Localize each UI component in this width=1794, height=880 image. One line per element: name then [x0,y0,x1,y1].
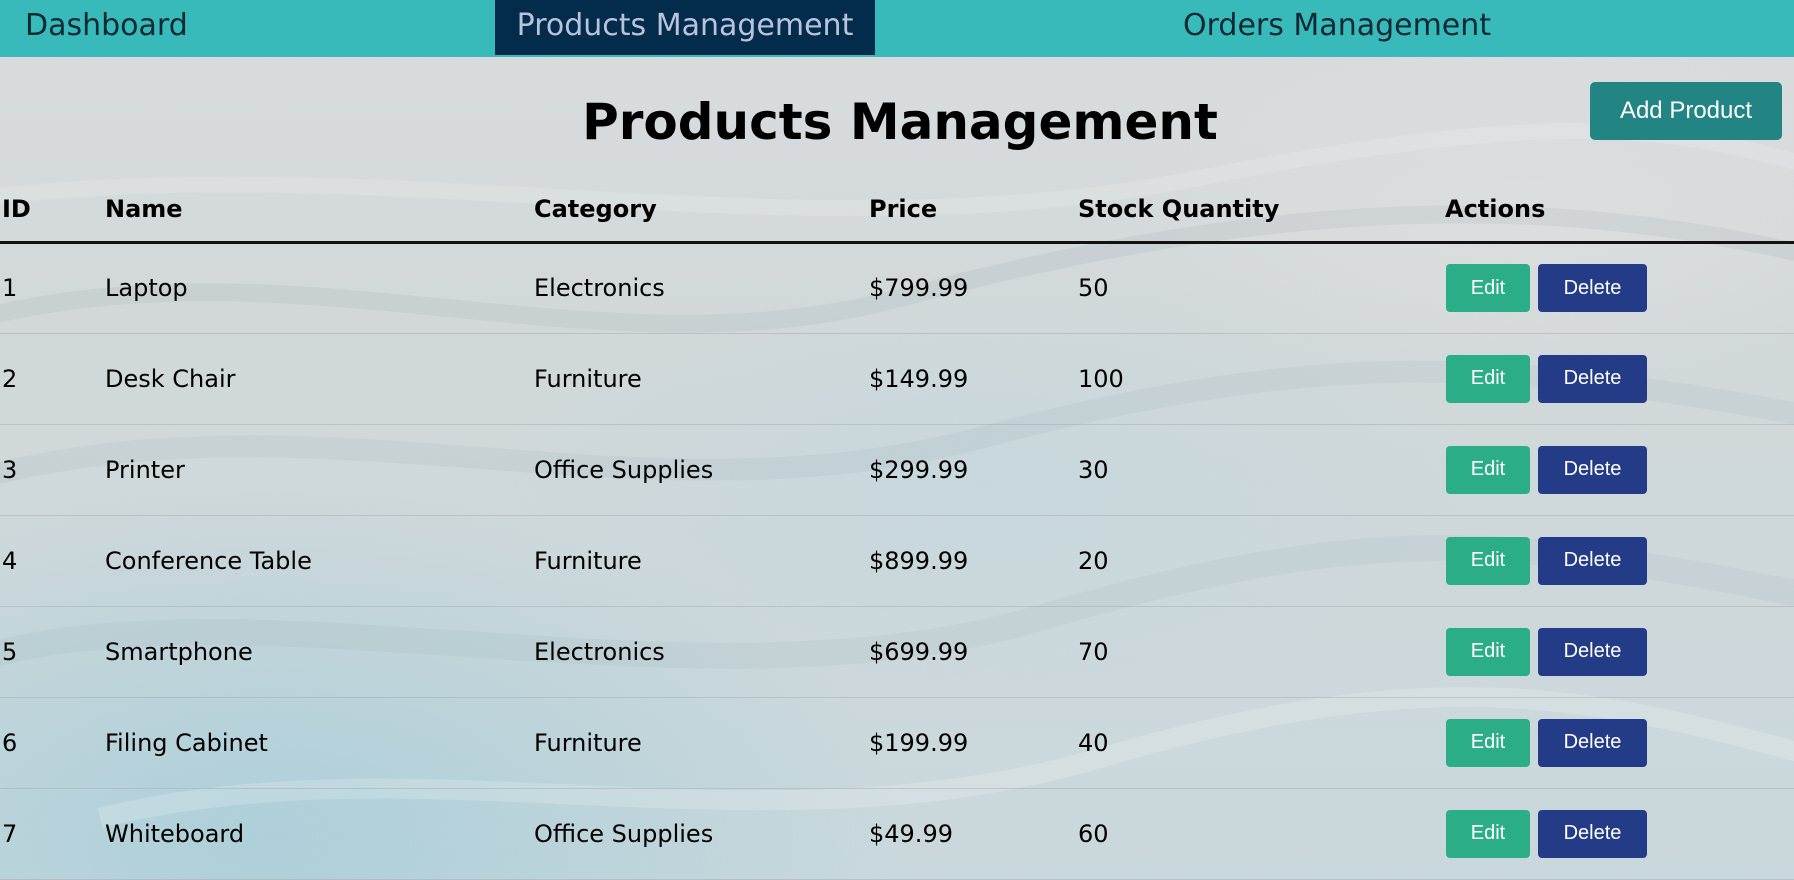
edit-button[interactable]: Edit [1446,354,1530,403]
cell-stock: 100 [1076,333,1443,425]
column-header-category: Category [532,178,867,244]
cell-name: Conference Table [103,515,532,607]
cell-price: $149.99 [867,333,1076,425]
cell-stock: 60 [1076,788,1443,880]
delete-button[interactable]: Delete [1538,536,1647,585]
nav-products-management-link[interactable]: Products Management [495,0,875,55]
cell-id: 5 [0,606,103,698]
table-row: 4 Conference Table Furniture $899.99 20 … [0,515,1794,607]
page-title: Products Management [582,93,1218,151]
cell-category: Electronics [532,242,867,334]
delete-button[interactable]: Delete [1538,264,1647,312]
edit-button[interactable]: Edit [1446,264,1530,312]
column-header-name: Name [103,178,532,244]
delete-button[interactable]: Delete [1538,809,1647,858]
cell-id: 6 [0,697,103,789]
cell-price: $899.99 [867,515,1076,607]
edit-button[interactable]: Edit [1446,627,1530,676]
cell-stock: 50 [1076,242,1443,334]
cell-actions: Edit Delete [1443,515,1794,607]
cell-id: 2 [0,333,103,425]
cell-name: Smartphone [103,606,532,698]
cell-category: Electronics [532,606,867,698]
cell-stock: 20 [1076,515,1443,607]
delete-button[interactable]: Delete [1538,718,1647,767]
cell-price: $199.99 [867,697,1076,789]
cell-name: Filing Cabinet [103,697,532,789]
cell-actions: Edit Delete [1443,242,1794,334]
table-row: 2 Desk Chair Furniture $149.99 100 Edit D… [0,333,1794,425]
table-row: 5 Smartphone Electronics $699.99 70 Edit… [0,606,1794,698]
cell-price: $299.99 [867,424,1076,516]
cell-id: 7 [0,788,103,880]
cell-actions: Edit Delete [1443,788,1794,880]
cell-category: Office Supplies [532,788,867,880]
cell-stock: 40 [1076,697,1443,789]
delete-button[interactable]: Delete [1538,627,1647,676]
column-header-id: ID [0,178,103,244]
cell-actions: Edit Delete [1443,333,1794,425]
table-row: 1 Laptop Electronics $799.99 50 Edit Dele… [0,242,1794,334]
add-product-button[interactable]: Add Product [1590,82,1782,140]
column-header-price: Price [867,178,1076,244]
delete-button[interactable]: Delete [1538,445,1647,494]
table-row: 3 Printer Office Supplies $299.99 30 Edi… [0,424,1794,516]
edit-button[interactable]: Edit [1446,536,1530,585]
cell-category: Furniture [532,515,867,607]
top-navigation: Dashboard Products Management Orders Man… [0,0,1794,57]
cell-name: Printer [103,424,532,516]
nav-dashboard-link[interactable]: Dashboard [25,0,188,55]
edit-button[interactable]: Edit [1446,718,1530,767]
column-header-stock: Stock Quantity [1076,178,1443,244]
delete-button[interactable]: Delete [1538,354,1647,403]
cell-category: Furniture [532,697,867,789]
cell-category: Furniture [532,333,867,425]
cell-id: 1 [0,242,103,334]
cell-name: Desk Chair [103,333,532,425]
column-header-actions: Actions [1443,178,1794,244]
cell-id: 3 [0,424,103,516]
edit-button[interactable]: Edit [1446,809,1530,858]
cell-name: Whiteboard [103,788,532,880]
cell-stock: 70 [1076,606,1443,698]
cell-actions: Edit Delete [1443,424,1794,516]
edit-button[interactable]: Edit [1446,445,1530,494]
cell-price: $49.99 [867,788,1076,880]
cell-name: Laptop [103,242,532,334]
cell-stock: 30 [1076,424,1443,516]
cell-actions: Edit Delete [1443,606,1794,698]
table-row: 7 Whiteboard Office Supplies $49.99 60 E… [0,788,1794,880]
cell-actions: Edit Delete [1443,697,1794,789]
table-header-row: ID Name Category Price Stock Quantity Ac… [0,178,1794,244]
table-row: 6 Filing Cabinet Furniture $199.99 40 Ed… [0,697,1794,789]
cell-price: $699.99 [867,606,1076,698]
products-table: ID Name Category Price Stock Quantity Ac… [0,178,1794,880]
cell-price: $799.99 [867,242,1076,334]
cell-id: 4 [0,515,103,607]
cell-category: Office Supplies [532,424,867,516]
nav-orders-management-link[interactable]: Orders Management [1183,0,1491,55]
